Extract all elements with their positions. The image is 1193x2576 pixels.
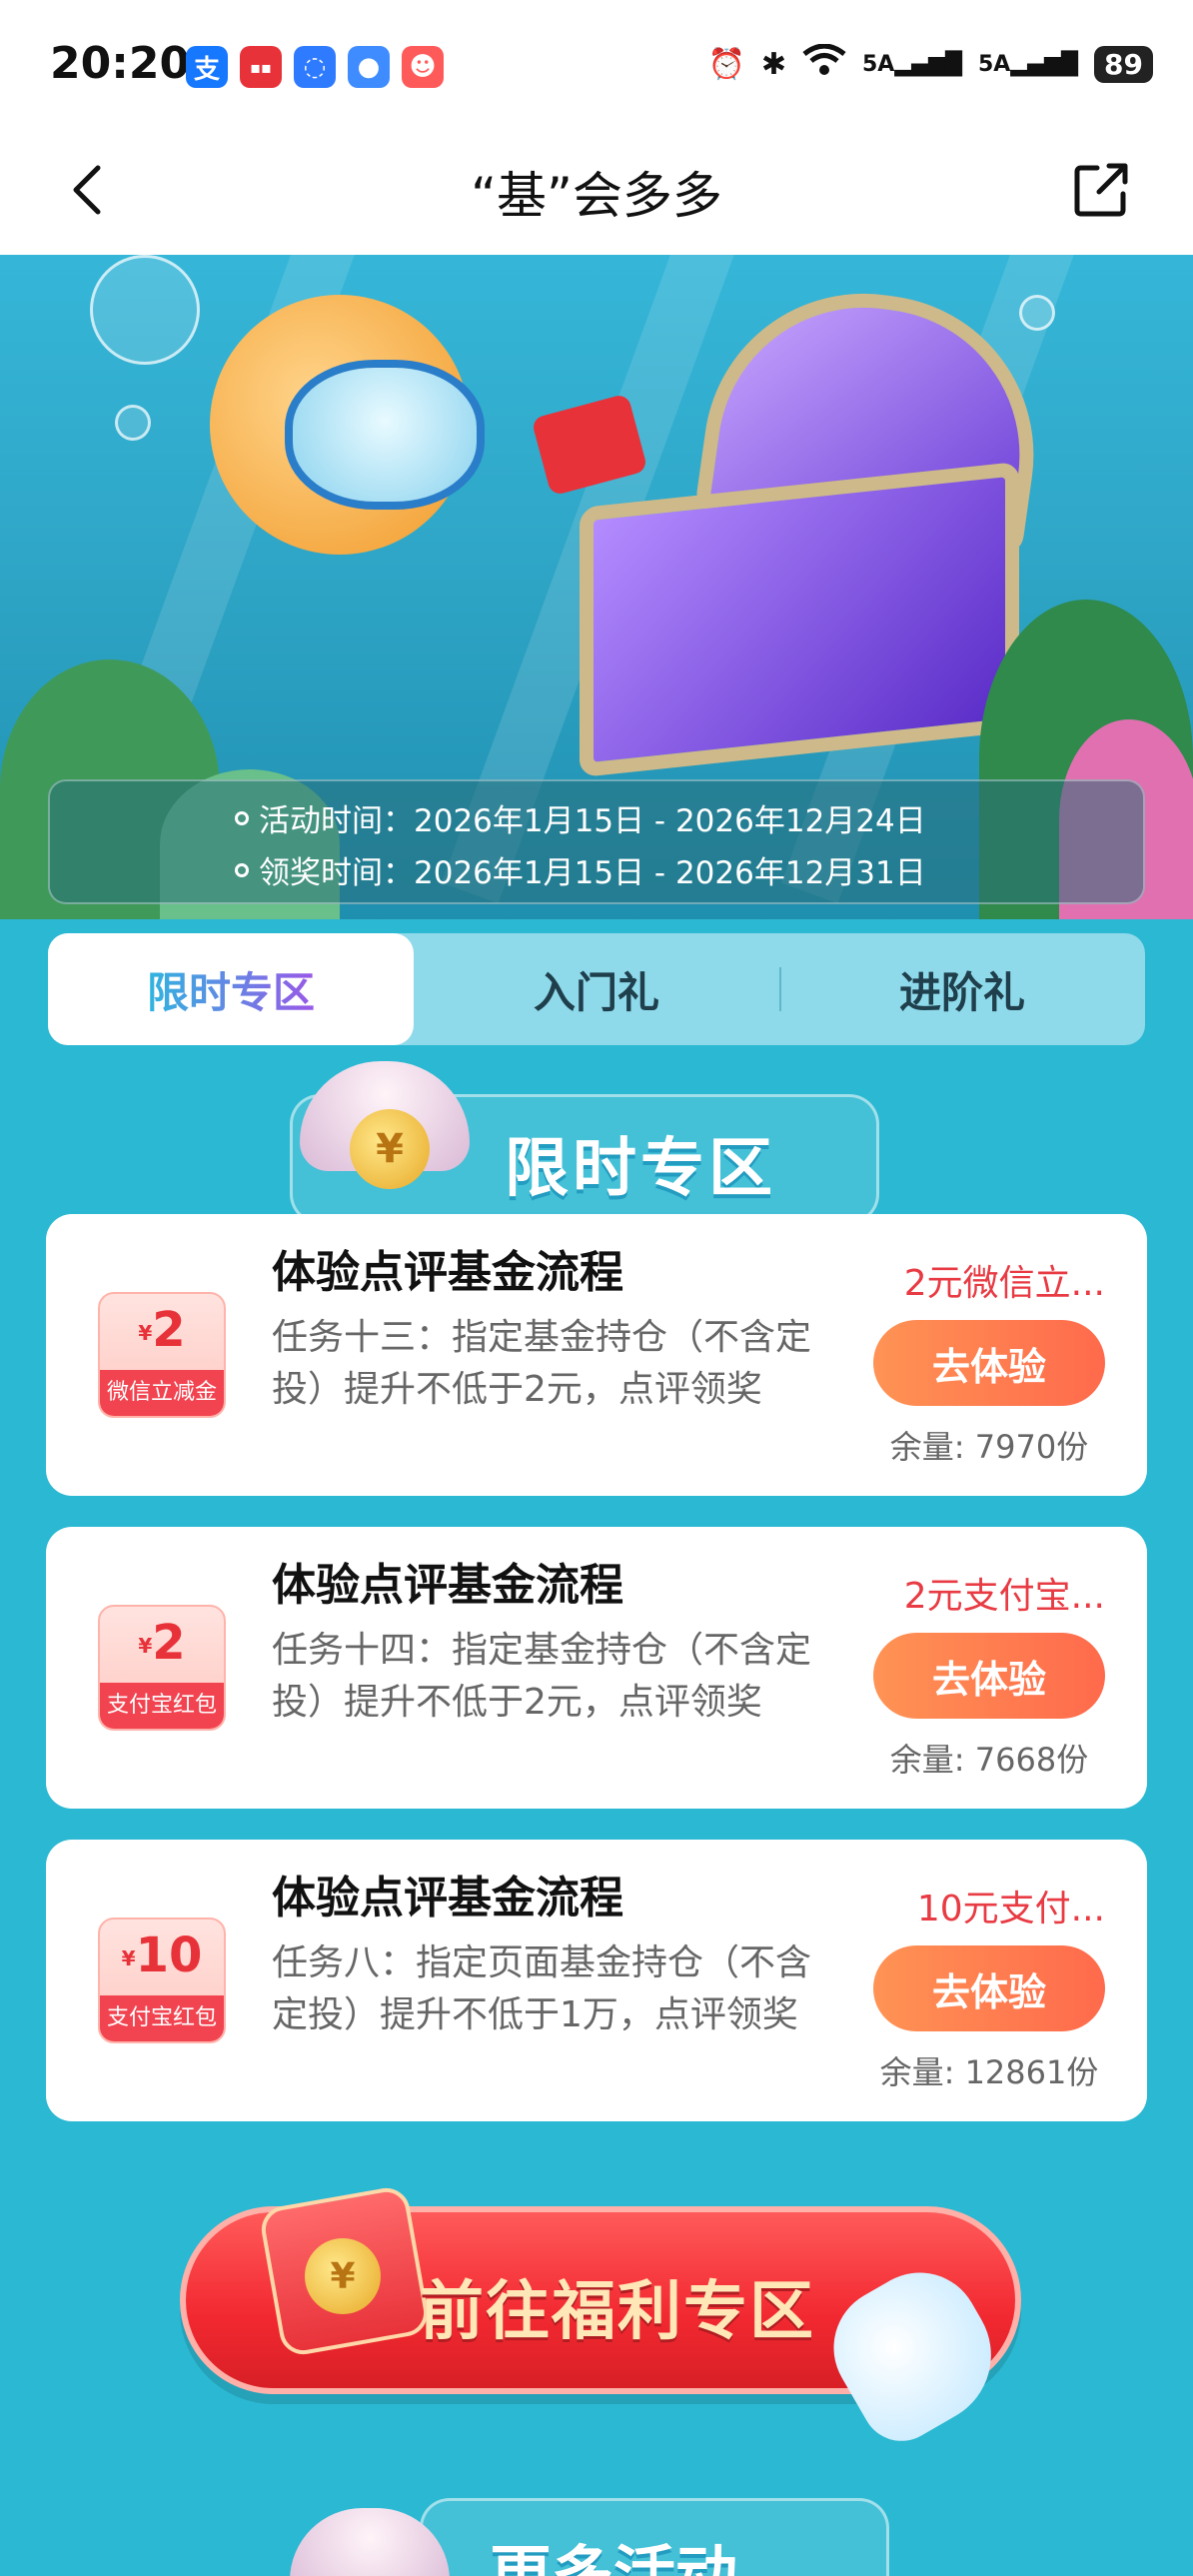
task-title: 体验点评基金流程 bbox=[272, 1560, 623, 1611]
mascot-app-icon: ☻ bbox=[402, 46, 444, 88]
coupon-amount: ¥2 bbox=[138, 1302, 186, 1358]
try-button[interactable]: 去体验 bbox=[873, 1945, 1105, 2031]
tab-advanced[interactable]: 进阶礼 bbox=[779, 933, 1145, 1045]
status-bar: 20:20 支 ▪▪ ◌ ● ☻ ⏰ ✱ 5A▂▄▆█ 5A▂▄▆█ 89 bbox=[0, 0, 1193, 130]
stock-remaining: 余量: 7970份 bbox=[889, 1428, 1089, 1466]
task-card: ¥2 支付宝红包 体验点评基金流程 任务十四：指定基金持仓（不含定投）提升不低于… bbox=[46, 1527, 1147, 1809]
coupon-label: 微信立减金 bbox=[100, 1370, 224, 1416]
task-title: 体验点评基金流程 bbox=[272, 1873, 623, 1924]
task-title: 体验点评基金流程 bbox=[272, 1247, 623, 1298]
wifi-icon bbox=[802, 43, 846, 84]
bubble bbox=[1019, 295, 1055, 331]
section-title: 限时专区 bbox=[505, 1132, 776, 1206]
coupon-badge: ¥10 支付宝红包 bbox=[98, 1918, 226, 2043]
battery-icon: 89 bbox=[1094, 45, 1153, 83]
claim-time-text: 领奖时间：2026年1月15日 - 2026年12月31日 bbox=[259, 855, 926, 891]
chat-app-icon: ● bbox=[348, 46, 390, 88]
task-description: 任务八：指定页面基金持仓（不含定投）提升不低于1万，点评领奖 bbox=[272, 1942, 812, 2035]
coupon-badge: ¥2 支付宝红包 bbox=[98, 1605, 226, 1731]
tab-bar: 限时专区 入门礼 进阶礼 bbox=[48, 933, 1145, 1045]
try-button[interactable]: 去体验 bbox=[873, 1633, 1105, 1719]
stock-remaining: 余量: 7668份 bbox=[889, 1741, 1089, 1779]
coupon-label: 支付宝红包 bbox=[100, 1995, 224, 2041]
signal-icon-2: 5A▂▄▆█ bbox=[978, 51, 1079, 77]
task-reward: 2元支付宝... bbox=[903, 1576, 1105, 1617]
treasure-chest bbox=[580, 461, 1019, 778]
nav-bar: “基”会多多 bbox=[0, 130, 1193, 255]
bulb-app-icon: ◌ bbox=[294, 46, 336, 88]
coupon-label: 支付宝红包 bbox=[100, 1683, 224, 1729]
bluetooth-icon: ✱ bbox=[760, 46, 786, 82]
tab-limited[interactable]: 限时专区 bbox=[48, 933, 414, 1045]
stock-remaining: 余量: 12861份 bbox=[879, 2053, 1099, 2091]
try-button[interactable]: 去体验 bbox=[873, 1320, 1105, 1406]
tab-beginner[interactable]: 入门礼 bbox=[414, 933, 779, 1045]
alipay-app-icon: 支 bbox=[186, 46, 228, 88]
status-time: 20:20 bbox=[50, 38, 191, 89]
task-reward: 10元支付... bbox=[916, 1889, 1105, 1930]
bullet-dot bbox=[235, 810, 249, 825]
bubble bbox=[90, 255, 200, 365]
task-description: 任务十三：指定基金持仓（不含定投）提升不低于2元，点评领奖 bbox=[272, 1317, 812, 1410]
alarm-icon: ⏰ bbox=[707, 46, 745, 82]
activity-time: 活动时间：2026年1月15日 - 2026年12月24日 bbox=[235, 795, 926, 840]
share-button[interactable] bbox=[1069, 158, 1133, 222]
coin-icon: ¥ bbox=[305, 2238, 381, 2314]
claim-time: 领奖时间：2026年1月15日 - 2026年12月31日 bbox=[235, 847, 926, 892]
bubble bbox=[115, 405, 151, 441]
task-description: 任务十四：指定基金持仓（不含定投）提升不低于2元，点评领奖 bbox=[272, 1630, 812, 1723]
diving-mask bbox=[285, 360, 485, 510]
coin-icon: ¥ bbox=[350, 1109, 430, 1189]
task-reward: 2元微信立... bbox=[903, 1263, 1105, 1304]
more-activities-title: 更多活动 bbox=[490, 2538, 738, 2576]
activity-time-box: 活动时间：2026年1月15日 - 2026年12月24日 领奖时间：2026年… bbox=[48, 779, 1145, 904]
task-card: ¥2 微信立减金 体验点评基金流程 任务十三：指定基金持仓（不含定投）提升不低于… bbox=[46, 1214, 1147, 1496]
coupon-amount: ¥10 bbox=[121, 1928, 203, 1983]
status-right: ⏰ ✱ 5A▂▄▆█ 5A▂▄▆█ 89 bbox=[707, 43, 1153, 84]
bullet-dot bbox=[235, 862, 249, 877]
page-title: “基”会多多 bbox=[471, 167, 722, 225]
activity-time-text: 活动时间：2026年1月15日 - 2026年12月24日 bbox=[259, 803, 926, 839]
tab-divider bbox=[779, 967, 781, 1011]
signal-icon: 5A▂▄▆█ bbox=[861, 51, 962, 77]
coupon-badge: ¥2 微信立减金 bbox=[98, 1292, 226, 1418]
coupon-amount: ¥2 bbox=[138, 1615, 186, 1671]
task-card: ¥10 支付宝红包 体验点评基金流程 任务八：指定页面基金持仓（不含定投）提升不… bbox=[46, 1840, 1147, 2121]
notification-icons: 支 ▪▪ ◌ ● ☻ bbox=[186, 46, 444, 88]
share-icon bbox=[1074, 163, 1128, 217]
welfare-zone-label[interactable]: 前往福利专区 bbox=[420, 2260, 815, 2352]
red-app-icon: ▪▪ bbox=[240, 46, 282, 88]
